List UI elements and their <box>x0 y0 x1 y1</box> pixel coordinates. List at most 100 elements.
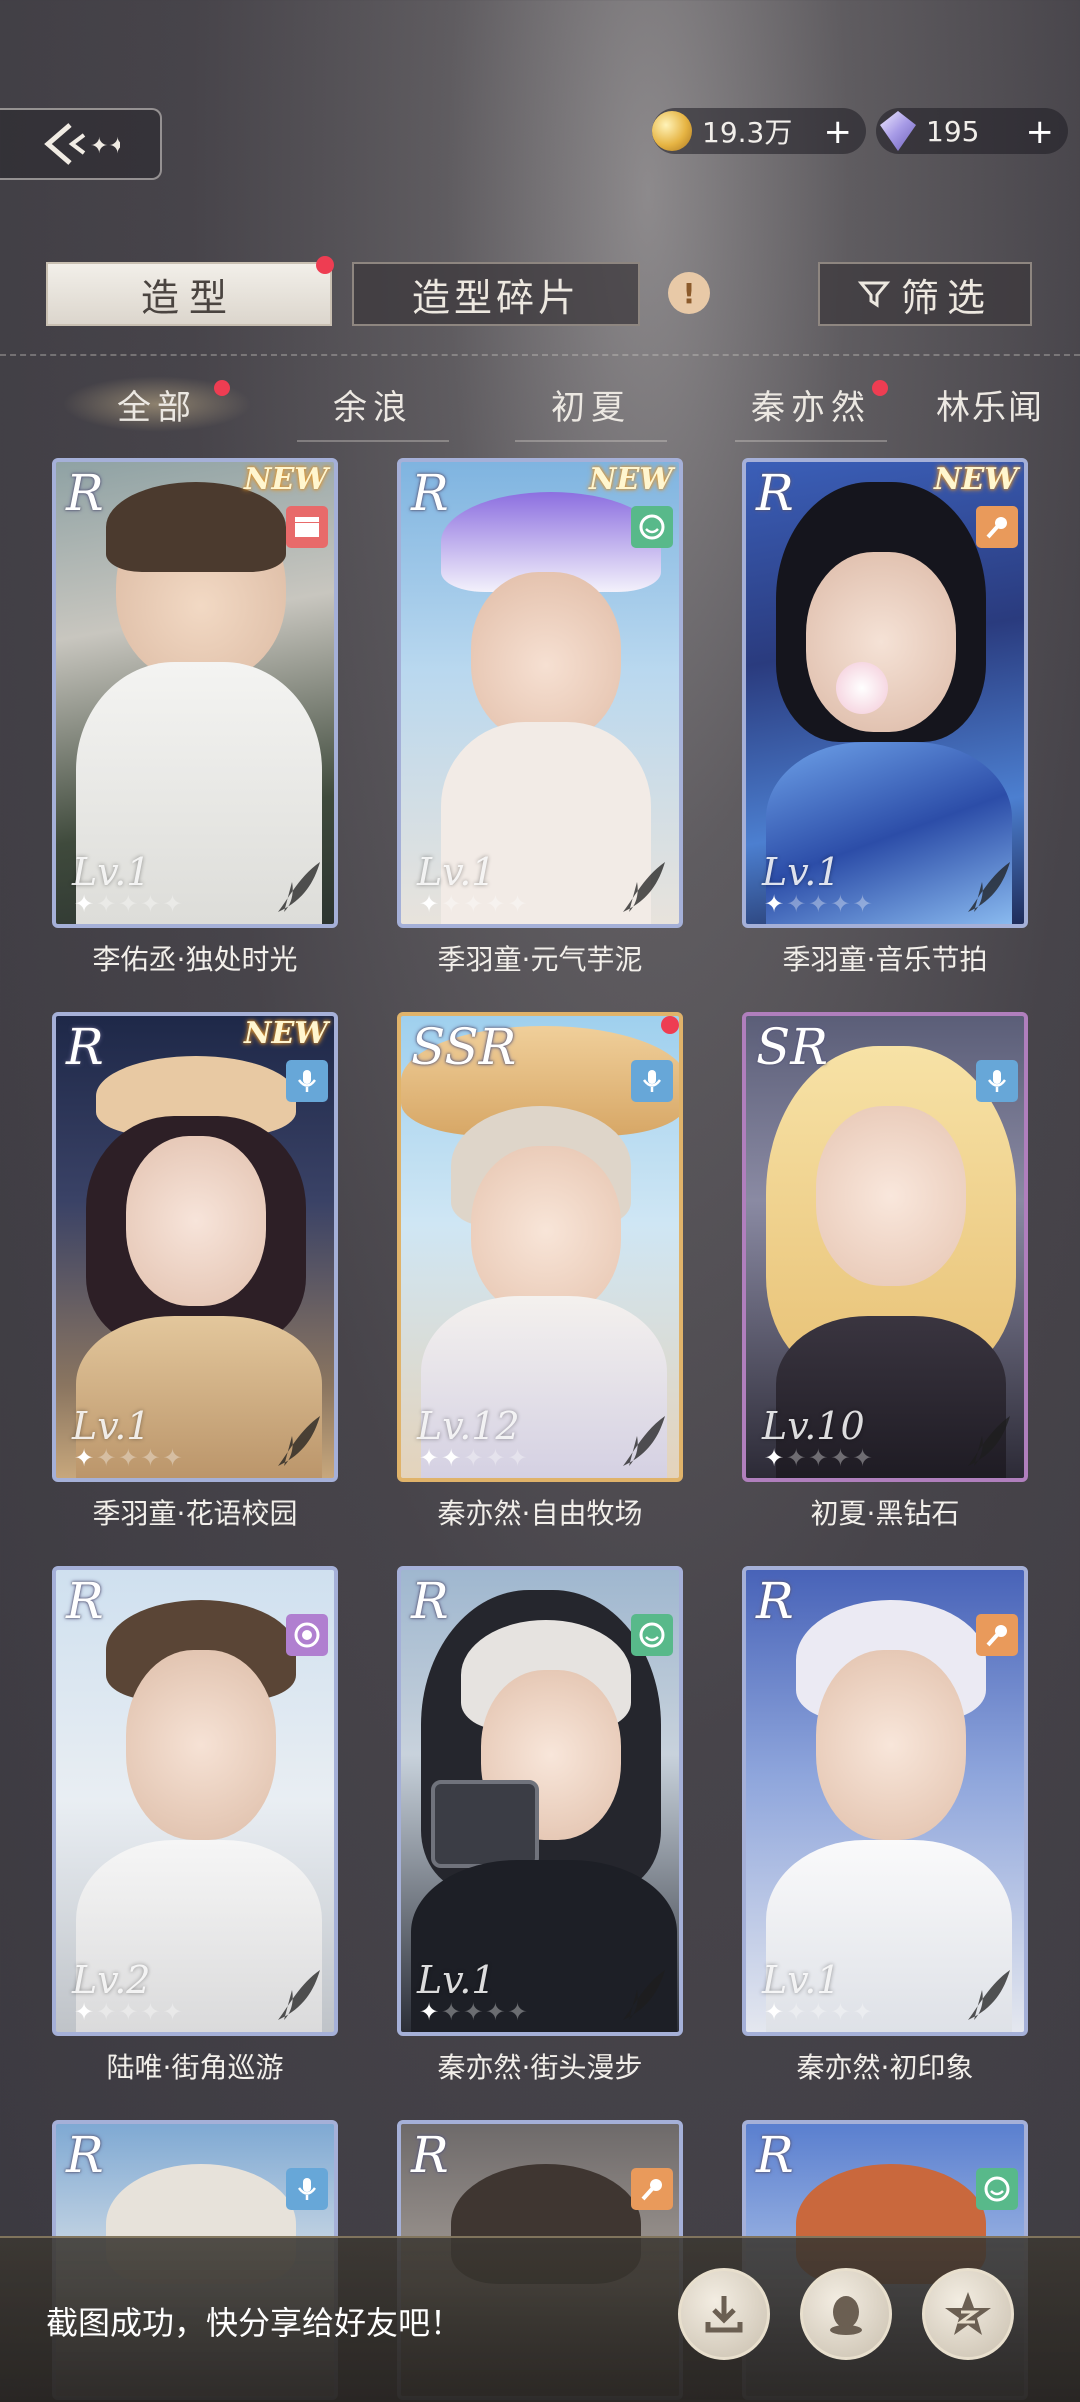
divider <box>0 354 1080 356</box>
card-name: 季羽童·元气芋泥 <box>437 943 643 976</box>
rarity-label: R <box>66 1572 104 1630</box>
outfit-card[interactable]: SSR Lv.12 ✦✦✦✦✦ <box>397 1012 683 1482</box>
tab-fragments[interactable]: 造型碎片 <box>352 262 640 326</box>
tab-outfit-label: 造型 <box>140 275 237 320</box>
new-badge: NEW <box>589 462 673 497</box>
char-tab-all-label: 全部 <box>117 387 197 428</box>
leaf-emblem-icon <box>623 862 665 912</box>
star-rating: ✦✦✦✦✦ <box>74 1998 185 2026</box>
leaf-emblem-icon <box>623 1970 665 2020</box>
voice-mic-icon <box>631 1060 673 1102</box>
outfit-card[interactable]: R NEW Lv.1 ✦✦✦✦✦ <box>52 458 338 928</box>
rarity-label: R <box>756 1572 794 1630</box>
char-tab-chu-xia[interactable]: 初夏 <box>496 376 686 442</box>
gem-icon <box>880 111 916 151</box>
level-label: Lv.1 <box>72 850 151 894</box>
new-badge: NEW <box>934 462 1018 497</box>
character-portrait <box>816 1106 966 1286</box>
add-gems-button[interactable]: + <box>1026 112 1055 152</box>
char-tab-yu-lang-label: 余浪 <box>333 387 413 428</box>
char-tab-yu-lang[interactable]: 余浪 <box>278 376 468 442</box>
voice-mic-icon <box>286 2168 328 2210</box>
smile-icon <box>631 506 673 548</box>
character-portrait <box>816 1650 966 1840</box>
tab-outfit[interactable]: 造型 <box>46 262 332 326</box>
camera <box>431 1780 539 1868</box>
smile-icon <box>631 1614 673 1656</box>
coin-icon <box>652 111 692 151</box>
share-qzone-button[interactable] <box>922 2268 1014 2360</box>
filter-label: 筛选 <box>900 275 993 320</box>
card-name: 季羽童·花语校园 <box>92 1497 298 1530</box>
star-rating: ✦✦✦✦✦ <box>764 890 875 918</box>
outfit-card[interactable]: R Lv.1 ✦✦✦✦✦ <box>397 1566 683 2036</box>
smile-icon <box>976 2168 1018 2210</box>
rarity-label: SR <box>756 1018 828 1076</box>
qq-penguin-icon <box>830 2296 862 2335</box>
filter-funnel-icon <box>857 281 891 308</box>
star-rating: ✦✦✦✦✦ <box>419 1998 530 2026</box>
card-name: 季羽童·音乐节拍 <box>782 943 988 976</box>
star-rating: ✦✦✦✦✦ <box>74 1444 185 1472</box>
rarity-label: R <box>411 1572 449 1630</box>
char-tab-chu-xia-label: 初夏 <box>551 387 631 428</box>
back-button[interactable]: ✦✦ <box>0 108 162 180</box>
level-label: Lv.1 <box>417 1958 496 2002</box>
level-label: Lv.1 <box>72 1404 151 1448</box>
rarity-label: R <box>756 464 794 522</box>
bubble-gum <box>836 662 888 714</box>
coin-amount: 19.3万 <box>702 116 793 149</box>
char-tab-lin-lewen[interactable]: 林乐闻 <box>936 376 1080 432</box>
back-arrow-icon: ✦✦ <box>44 123 120 165</box>
outfit-card[interactable]: R NEW Lv.1 ✦✦✦✦✦ <box>52 1012 338 1482</box>
outfit-card[interactable]: SR Lv.10 ✦✦✦✦✦ <box>742 1012 1028 1482</box>
level-label: Lv.10 <box>762 1404 865 1448</box>
filter-button[interactable]: 筛选 <box>818 262 1032 326</box>
card-name: 秦亦然·街头漫步 <box>437 2051 643 2084</box>
level-label: Lv.2 <box>72 1958 151 2002</box>
card-name: 秦亦然·自由牧场 <box>437 1497 643 1530</box>
share-qq-button[interactable] <box>800 2268 892 2360</box>
star-rating: ✦✦✦✦✦ <box>74 890 185 918</box>
download-button[interactable] <box>678 2268 770 2360</box>
level-label: Lv.1 <box>762 1958 841 2002</box>
screenshot-toast-text: 截图成功，快分享给好友吧！ <box>46 2304 463 2342</box>
character-portrait <box>126 1650 276 1840</box>
outfit-card[interactable]: R NEW Lv.1 ✦✦✦✦✦ <box>397 458 683 928</box>
rarity-label: SSR <box>411 1018 517 1076</box>
leaf-emblem-icon <box>623 1416 665 1466</box>
outfit-card[interactable]: R NEW Lv.1 ✦✦✦✦✦ <box>742 458 1028 928</box>
add-coins-button[interactable]: + <box>824 112 853 152</box>
new-badge: NEW <box>244 462 328 497</box>
microphone-icon <box>976 506 1018 548</box>
rarity-label: R <box>66 464 104 522</box>
rarity-label: R <box>411 464 449 522</box>
download-icon <box>705 2296 743 2333</box>
microphone-icon <box>631 2168 673 2210</box>
info-icon[interactable]: ! <box>668 272 710 314</box>
rarity-label: R <box>66 1018 104 1076</box>
character-portrait <box>471 572 621 742</box>
star-rating: ✦✦✦✦✦ <box>764 1998 875 2026</box>
char-tab-qin-yiran-dot <box>872 380 888 396</box>
info-icon-glyph: ! <box>682 276 696 310</box>
char-tab-qin-yiran-label: 秦亦然 <box>751 387 871 428</box>
star-rating: ✦✦✦✦✦ <box>764 1444 875 1472</box>
level-label: Lv.12 <box>417 1404 520 1448</box>
char-tab-all-dot <box>214 380 230 396</box>
coin-counter[interactable]: 19.3万 + <box>652 108 866 154</box>
voice-mic-icon <box>286 1060 328 1102</box>
card-name: 初夏·黑钻石 <box>810 1497 960 1530</box>
clapper-icon <box>286 506 328 548</box>
outfit-card[interactable]: R Lv.1 ✦✦✦✦✦ <box>742 1566 1028 2036</box>
gem-counter[interactable]: 195 + <box>876 108 1068 154</box>
leaf-emblem-icon <box>278 1416 320 1466</box>
character-portrait <box>471 1146 621 1316</box>
tab-fragments-label: 造型碎片 <box>411 275 580 320</box>
outfit-card[interactable]: R Lv.2 ✦✦✦✦✦ <box>52 1566 338 2036</box>
star-rating: ✦✦✦✦✦ <box>419 890 530 918</box>
card-name: 陆唯·街角巡游 <box>106 2051 284 2084</box>
card-notification-dot <box>661 1016 679 1034</box>
rarity-label: R <box>411 2126 449 2184</box>
card-name: 秦亦然·初印象 <box>796 2051 974 2084</box>
